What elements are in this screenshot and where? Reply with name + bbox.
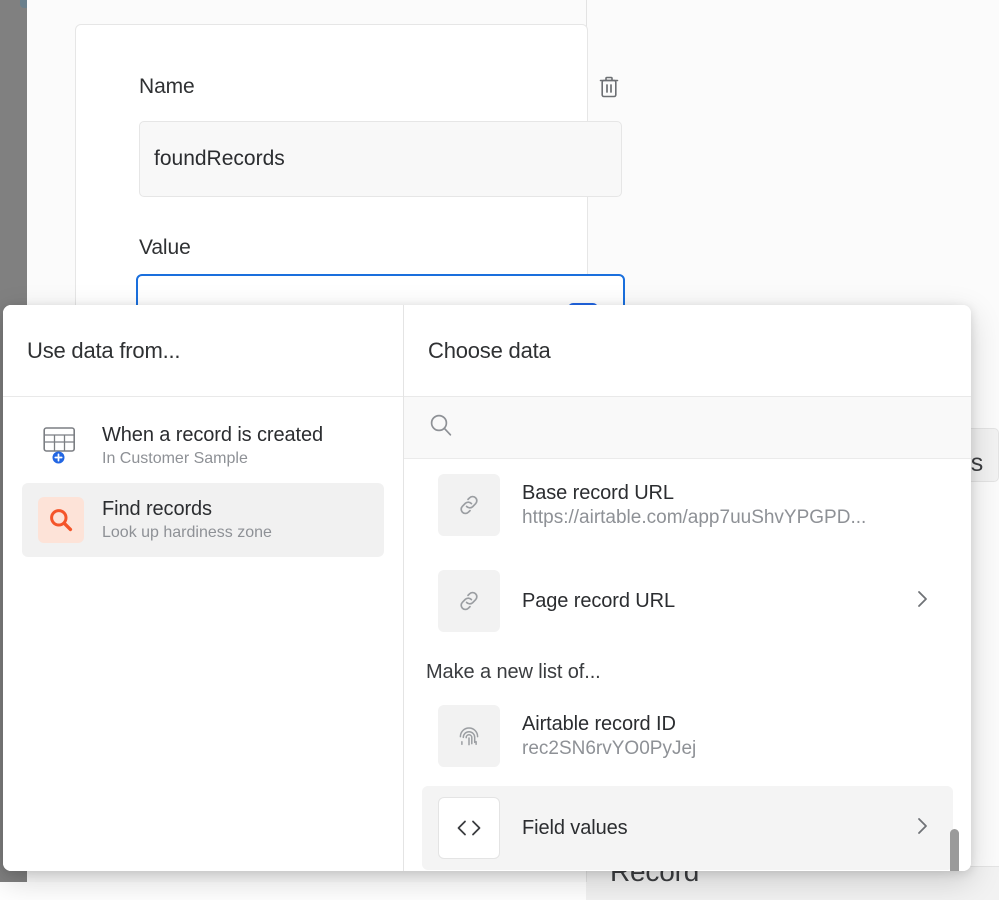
list-item[interactable]: Page record URL	[422, 559, 953, 643]
list-item[interactable]: Find records Look up hardiness zone	[22, 483, 384, 557]
choose-data-pane: Choose data Base record URL https://airt…	[404, 305, 971, 871]
list-item-title: Find records	[102, 498, 212, 520]
name-field-label: Name	[139, 75, 195, 98]
list-item-subtitle: Look up hardiness zone	[102, 524, 272, 541]
list-item[interactable]: Field values	[422, 786, 953, 870]
app-screen: es Record Name Value	[0, 0, 999, 900]
list-item-title: Field values	[522, 816, 628, 839]
data-picker-popup: Use data from... When a record is create…	[3, 305, 971, 871]
list-item-subtitle: rec2SN6rvYO0PyJej	[522, 737, 697, 759]
list-item[interactable]: Base record URL https://airtable.com/app…	[422, 463, 953, 547]
search-orange-icon	[38, 497, 84, 543]
choose-data-list: Base record URL https://airtable.com/app…	[404, 459, 971, 871]
data-source-list: When a record is created In Customer Sam…	[3, 397, 403, 871]
list-item[interactable]: Airtable record ID rec2SN6rvYO0PyJej	[422, 694, 953, 778]
list-item-text: Airtable record ID rec2SN6rvYO0PyJej	[522, 713, 937, 760]
list-item-title: Base record URL	[522, 481, 674, 504]
use-data-from-header: Use data from...	[3, 305, 403, 397]
list-item-text: Find records Look up hardiness zone	[102, 498, 272, 542]
chevron-right-icon	[915, 814, 931, 843]
link-icon	[438, 570, 500, 632]
choose-data-title: Choose data	[428, 337, 551, 363]
use-data-from-title: Use data from...	[27, 337, 181, 363]
vertical-scrollbar[interactable]	[950, 829, 959, 871]
link-icon	[438, 474, 500, 536]
list-item-subtitle: In Customer Sample	[102, 450, 248, 467]
choose-data-header: Choose data	[404, 305, 971, 397]
list-item-text: When a record is created In Customer Sam…	[102, 424, 323, 468]
chevron-right-icon	[915, 587, 931, 616]
group-label: Make a new list of...	[426, 661, 601, 683]
code-brackets-icon	[438, 797, 500, 859]
variable-card: Name Value	[75, 24, 625, 358]
table-plus-icon	[38, 423, 84, 469]
list-item-text: Field values	[522, 817, 893, 840]
list-item-text: Page record URL	[522, 590, 893, 613]
list-item-title: When a record is created	[102, 424, 324, 446]
list-item[interactable]: When a record is created In Customer Sam…	[22, 409, 384, 483]
search-input[interactable]	[470, 416, 947, 439]
list-item-text: Base record URL https://airtable.com/app…	[522, 482, 937, 529]
value-field-label: Value	[139, 236, 191, 259]
variable-name-input[interactable]	[139, 121, 622, 197]
use-data-from-pane: Use data from... When a record is create…	[3, 305, 404, 871]
list-item-title: Page record URL	[522, 589, 676, 612]
list-item-title: Airtable record ID	[522, 712, 676, 735]
fingerprint-icon	[438, 705, 500, 767]
search-icon	[428, 412, 454, 443]
trash-icon[interactable]	[593, 71, 625, 103]
list-item-subtitle: https://airtable.com/app7uuShvYPGPD...	[522, 506, 867, 528]
search-bar[interactable]	[404, 397, 971, 459]
